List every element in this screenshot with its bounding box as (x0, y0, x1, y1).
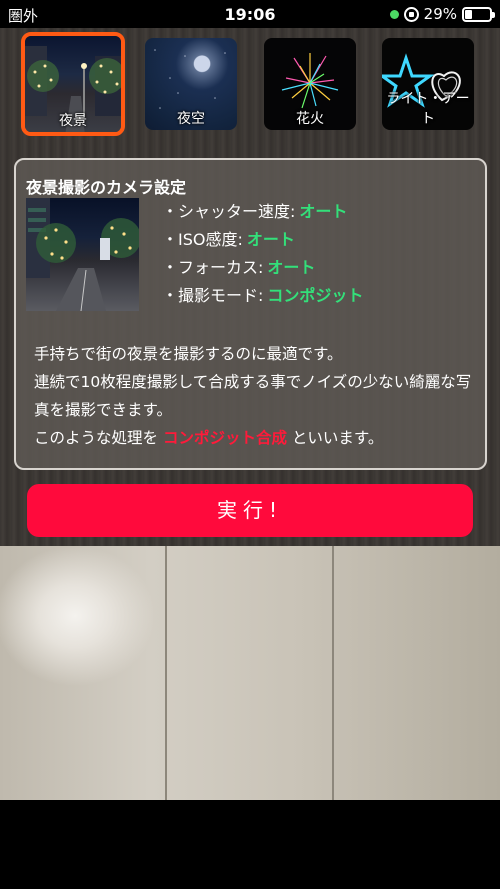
description-text: このような処理を (34, 429, 159, 447)
mode-night-sky[interactable]: 夜空 (145, 38, 237, 130)
execute-button[interactable]: 実行! (27, 484, 473, 537)
setting-shooting-mode: ・撮影モード: コンポジット (162, 282, 363, 310)
highlight-term: コンポジット合成 (162, 429, 287, 447)
floor-tile-seam (165, 546, 167, 800)
mode-label: ライト・アート (386, 91, 470, 127)
description-line: 手持ちで街の夜景を撮影するのに最適です。 (34, 345, 343, 363)
activity-dot-icon (389, 9, 399, 19)
setting-value: オート (299, 202, 348, 221)
status-indicators: 29% (389, 5, 495, 23)
mode-fireworks[interactable]: 花火 (264, 38, 356, 130)
setting-shutter: ・シャッター速度: オート (162, 198, 363, 226)
panel-title: 夜景撮影のカメラ設定 (26, 178, 187, 197)
setting-value: オート (246, 230, 295, 249)
setting-iso: ・ISO感度: オート (162, 226, 363, 254)
mode-description: 手持ちで街の夜景を撮影するのに最適です。 連続で10枚程度撮影して合成する事でノ… (34, 340, 482, 452)
orientation-lock-icon (403, 6, 419, 22)
setting-value: オート (267, 258, 316, 277)
settings-list: ・シャッター速度: オート ・ISO感度: オート ・フォーカス: オート ・撮影モー… (162, 198, 363, 310)
setting-focus: ・フォーカス: オート (162, 254, 363, 282)
camera-settings-panel: 夜景撮影のカメラ設定 ・シャッター速度:オート ・ISO感度:オート ・フォ (14, 158, 487, 470)
setting-label: ・撮影モード: (162, 286, 264, 305)
setting-label: ・ISO感度: (162, 230, 243, 249)
mode-label: 夜景 (59, 113, 87, 129)
status-bar: 圏外 19:06 29% (0, 0, 500, 28)
mode-light-art[interactable]: ライト・アート (382, 38, 474, 130)
setting-label: ・シャッター速度: (162, 202, 296, 221)
battery-icon (462, 6, 495, 22)
description-text: といいます。 (291, 429, 384, 447)
description-line: このような処理を コンポジット合成 といいます。 (34, 424, 482, 452)
mode-label: 花火 (296, 111, 324, 127)
setting-label: ・フォーカス: (162, 258, 264, 277)
sample-photo (26, 198, 139, 311)
setting-value: コンポジット (267, 286, 364, 305)
mode-night-view[interactable]: 夜景 (21, 32, 125, 136)
floor-tile-seam (332, 546, 334, 800)
bottom-bar (0, 800, 500, 889)
description-line: 連続で10枚程度撮影して合成する事でノイズの少ない綺麗な写真を撮影できます。 (34, 373, 472, 419)
battery-percent: 29% (423, 5, 457, 23)
camera-preview (0, 546, 500, 800)
mode-label: 夜空 (177, 111, 205, 127)
